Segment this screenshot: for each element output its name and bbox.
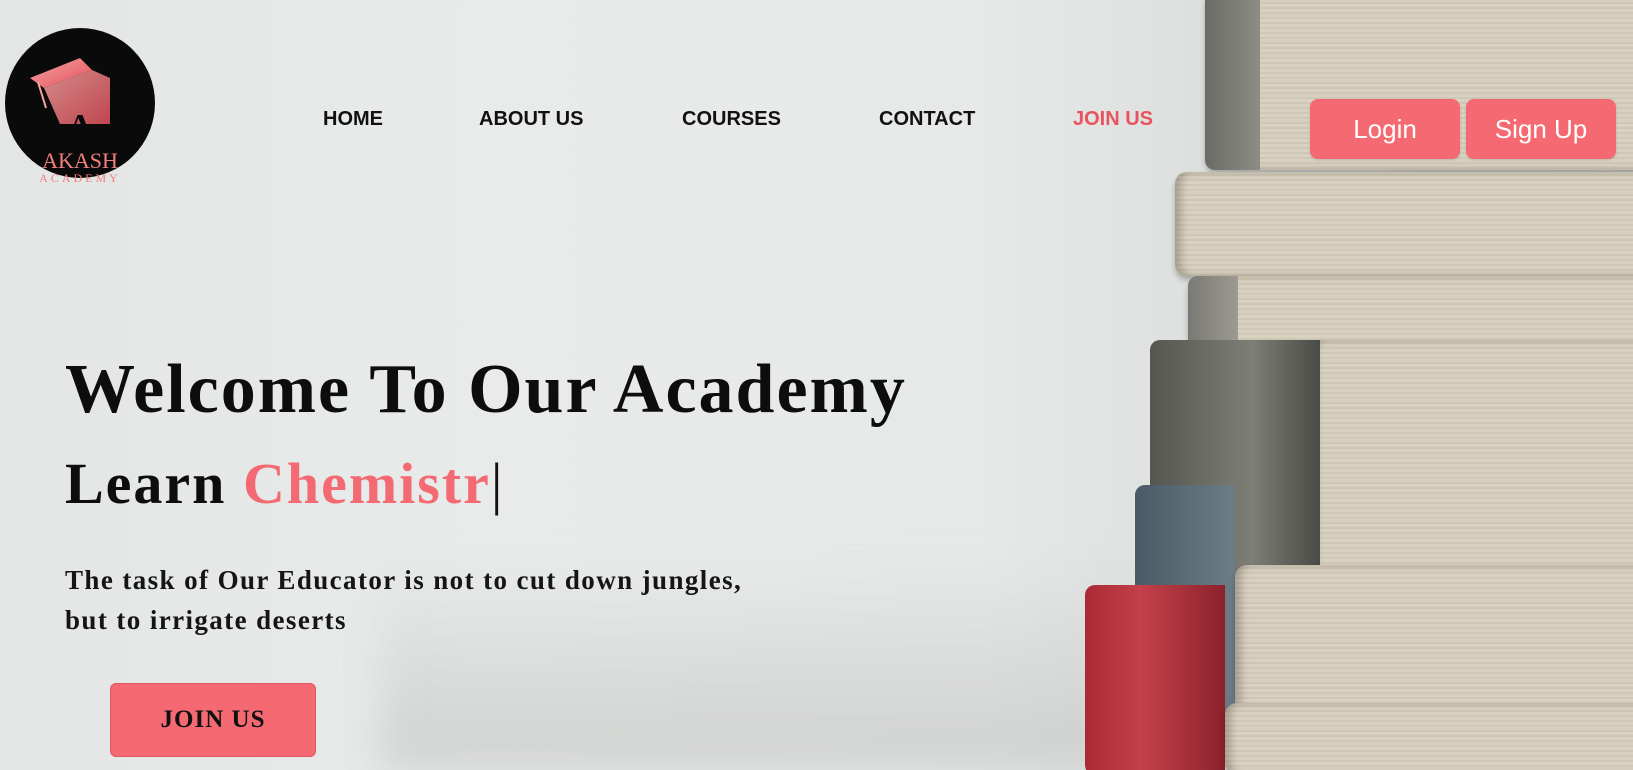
hero-tagline: The task of Our Educator is not to cut d…	[65, 560, 845, 640]
nav-about-us[interactable]: ABOUT US	[479, 108, 583, 131]
hero-subtitle: Learn Chemistr|	[65, 450, 505, 517]
nav-contact[interactable]: CONTACT	[879, 108, 975, 131]
hero-subtitle-prefix: Learn	[65, 451, 243, 516]
tagline-line-1: The task of Our Educator is not to cut d…	[65, 565, 743, 595]
logo-letter: A	[67, 108, 93, 145]
join-us-button[interactable]: JOIN US	[110, 683, 316, 757]
book	[1175, 172, 1633, 276]
signup-button[interactable]: Sign Up	[1466, 99, 1616, 159]
nav-courses[interactable]: COURSES	[682, 108, 781, 131]
logo-subtitle: ACADEMY	[39, 171, 121, 185]
nav-home[interactable]: HOME	[323, 108, 383, 131]
academy-logo[interactable]: A AKASH ACADEMY	[5, 28, 155, 185]
nav-join-us[interactable]: JOIN US	[1073, 108, 1153, 131]
typing-subject: Chemistr	[242, 451, 491, 516]
hero-title: Welcome To Our Academy	[65, 351, 907, 428]
tagline-line-2: but to irrigate deserts	[65, 605, 347, 635]
book	[1085, 585, 1633, 770]
login-button[interactable]: Login	[1310, 99, 1460, 159]
typing-cursor: |	[490, 451, 505, 516]
